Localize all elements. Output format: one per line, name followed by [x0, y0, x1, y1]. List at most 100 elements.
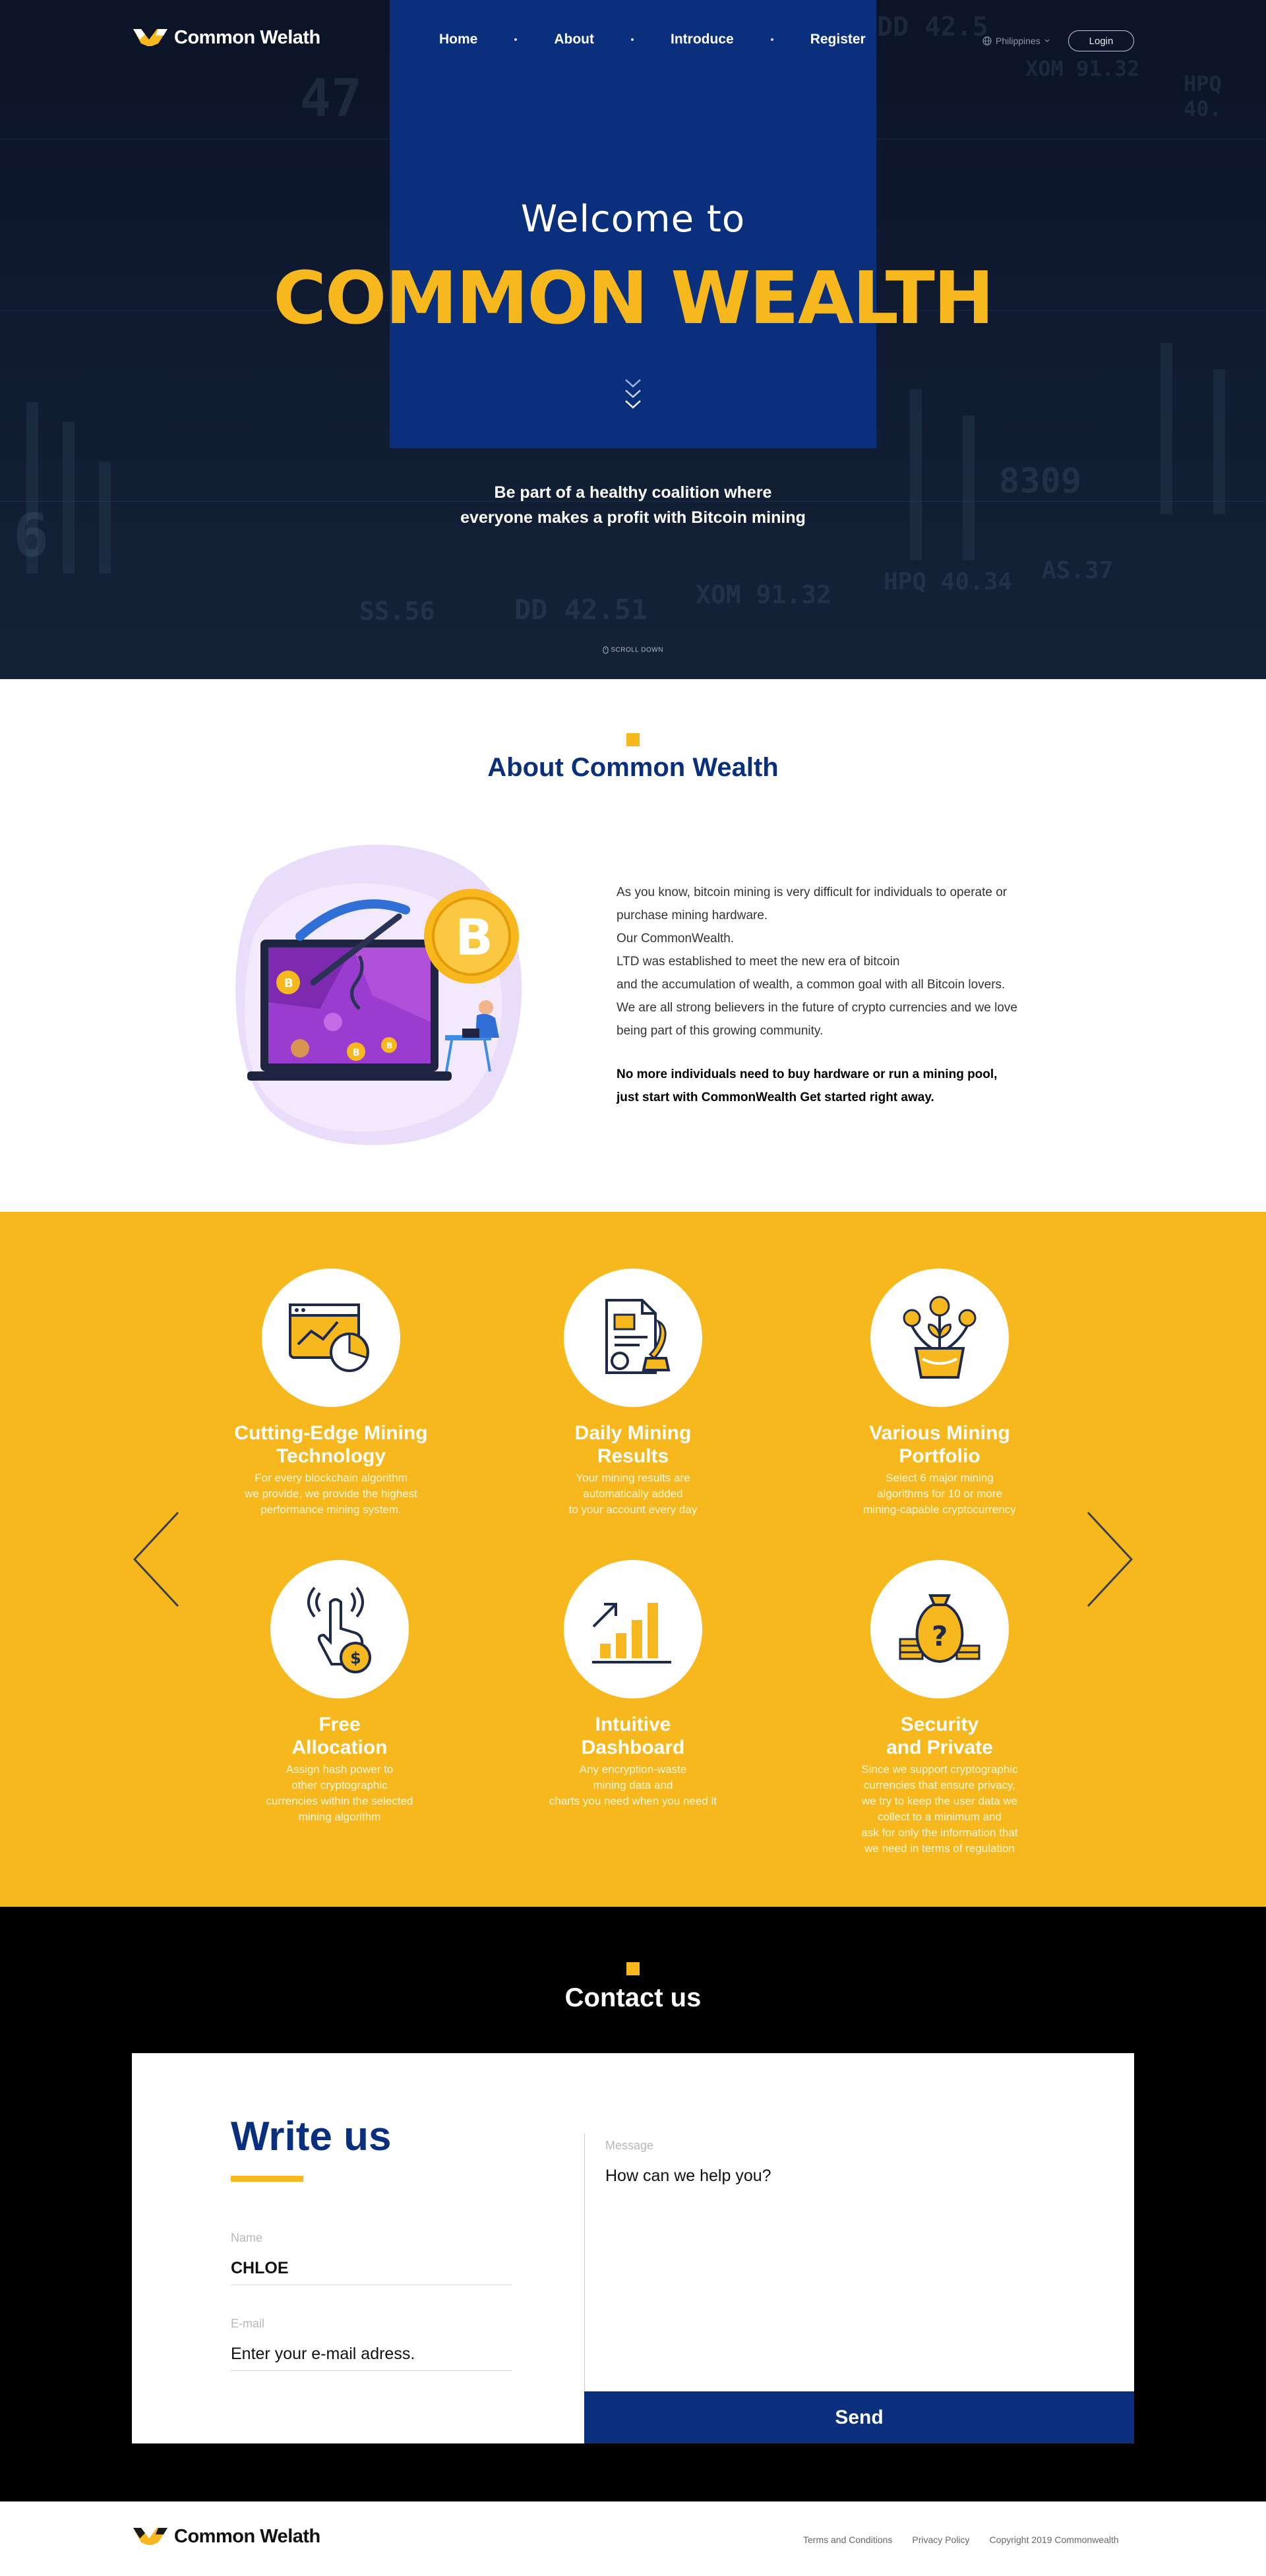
- feature-title-line: Various Mining: [869, 1422, 1010, 1444]
- hero-title: COMMON WEALTH: [273, 256, 994, 340]
- logo-mark-icon: [133, 2528, 167, 2545]
- feature-desc-line: performance mining system.: [260, 1503, 402, 1516]
- feature-title: Cutting-Edge Mining Technology: [219, 1422, 443, 1468]
- feature-desc-line: mining data and: [593, 1779, 673, 1791]
- chevrons-down-icon[interactable]: [623, 377, 643, 417]
- nav-introduce[interactable]: Introduce: [671, 32, 734, 47]
- section-marker: [626, 733, 640, 746]
- message-label: Message: [605, 2139, 654, 2152]
- carousel-next-arrow-icon[interactable]: [1083, 1510, 1135, 1609]
- chevron-down-icon: [1044, 39, 1050, 42]
- about-line: Our CommonWealth.: [617, 932, 735, 945]
- about-callout-line: just start with CommonWealth Get started…: [617, 1091, 934, 1104]
- feature-card: Various Mining Portfolio Select 6 major …: [828, 1269, 1052, 1518]
- feature-title-line: Free: [318, 1714, 361, 1735]
- about-paragraph: As you know, bitcoin mining is very diff…: [617, 881, 1045, 1042]
- language-label: Philippines: [996, 36, 1040, 46]
- about-line: and the accumulation of wealth, a common…: [617, 978, 1006, 992]
- mouse-icon: [603, 646, 609, 654]
- feature-title: Various Mining Portfolio: [828, 1422, 1052, 1468]
- nav-register[interactable]: Register: [810, 32, 866, 47]
- globe-icon: [982, 36, 992, 45]
- feature-title: Security and Private: [828, 1713, 1052, 1759]
- feature-card: Cutting-Edge Mining Technology For every…: [219, 1269, 443, 1518]
- language-selector[interactable]: Philippines: [982, 36, 1050, 46]
- about-callout-line: No more individuals need to buy hardware…: [617, 1067, 998, 1081]
- svg-text:B: B: [455, 908, 493, 967]
- feature-desc-line: ask for only the information that: [861, 1826, 1018, 1839]
- feature-icon-circle: [870, 1269, 1009, 1407]
- bg-bar: [910, 389, 922, 560]
- logo-text: Common Welath: [174, 2525, 320, 2547]
- feature-desc-line: Since we support cryptographic: [861, 1763, 1018, 1776]
- feature-description: Any encryption-waste mining data and cha…: [521, 1762, 745, 1809]
- hero-welcome: Welcome to: [520, 198, 746, 241]
- feature-icon-circle: [262, 1269, 400, 1407]
- nav-home[interactable]: Home: [439, 32, 477, 47]
- about-title: About Common Wealth: [487, 753, 779, 782]
- bg-ticker: HPQ 40.: [1184, 71, 1222, 121]
- message-textarea[interactable]: How can we help you?: [605, 2167, 1106, 2378]
- feature-title-line: Intuitive: [595, 1714, 671, 1735]
- feature-description: Assign hash power to other cryptographic…: [227, 1762, 452, 1825]
- feature-desc-line: we try to keep the user data we: [861, 1795, 1018, 1807]
- feature-desc-line: algorithms for 10 or more: [877, 1487, 1002, 1500]
- feature-desc-line: Your mining results are: [576, 1472, 690, 1484]
- feature-desc-line: we provide, we provide the highest: [245, 1487, 417, 1500]
- feature-desc-line: we need in terms of regulation: [864, 1842, 1015, 1855]
- send-button[interactable]: Send: [584, 2391, 1134, 2443]
- svg-text:B: B: [386, 1041, 392, 1050]
- feature-desc-line: mining-capable cryptocurrency: [863, 1503, 1016, 1516]
- header-logo[interactable]: Common Welath: [132, 26, 320, 49]
- copyright-text: Copyright 2019 Commonwealth: [989, 2534, 1119, 2545]
- email-input[interactable]: Enter your e-mail adress.: [231, 2345, 415, 2364]
- scroll-down-hint[interactable]: SCROLL DOWN: [0, 646, 1266, 654]
- logo-mark-icon: [133, 29, 167, 46]
- feature-description: Your mining results are automatically ad…: [521, 1470, 745, 1518]
- form-divider: [584, 2134, 585, 2397]
- svg-text:B: B: [353, 1048, 360, 1058]
- name-input[interactable]: CHLOE: [231, 2259, 289, 2278]
- login-button[interactable]: Login: [1068, 30, 1134, 51]
- feature-desc-line: Any encryption-waste: [579, 1763, 687, 1776]
- bg-ticker: XOM 91.32: [1025, 56, 1140, 81]
- hero-subtitle: Be part of a healthy coalition where eve…: [0, 480, 1266, 530]
- feature-card: ? Security and Private Since we support …: [828, 1560, 1052, 1857]
- feature-desc-line: charts you need when you need it: [549, 1795, 717, 1807]
- feature-icon-circle: ?: [870, 1560, 1009, 1698]
- feature-icon-circle: [564, 1560, 702, 1698]
- feature-title-line: Cutting-Edge Mining: [234, 1422, 428, 1444]
- growth-bars-icon: [592, 1603, 671, 1663]
- feature-desc-line: other cryptographic: [291, 1779, 388, 1791]
- carousel-prev-arrow-icon[interactable]: [131, 1510, 183, 1609]
- bitcoin-mining-illustration: B B B B: [235, 845, 522, 1145]
- about-line: LTD was established to meet the new era …: [617, 955, 900, 969]
- nav-separator: [514, 38, 518, 41]
- feature-icon-circle: $: [270, 1560, 409, 1698]
- hero-subtitle-line: everyone makes a profit with Bitcoin min…: [460, 508, 806, 527]
- feature-description: For every blockchain algorithm we provid…: [219, 1470, 443, 1518]
- email-label: E-mail: [231, 2317, 265, 2330]
- name-label: Name: [231, 2231, 263, 2244]
- feature-title-line: Allocation: [291, 1737, 388, 1758]
- terms-link[interactable]: Terms and Conditions: [803, 2534, 892, 2545]
- bg-ticker: XOM 91.32: [696, 580, 831, 609]
- money-bag-icon: ?: [899, 1594, 980, 1663]
- feature-title-line: Security: [900, 1714, 979, 1735]
- bg-ticker: DD 42.51: [514, 593, 648, 626]
- feature-title: Daily Mining Results: [521, 1422, 745, 1468]
- footer-links: Terms and Conditions Privacy Policy Copy…: [803, 2534, 1119, 2545]
- feature-desc-line: currencies within the selected: [266, 1795, 413, 1807]
- feature-desc-line: For every blockchain algorithm: [255, 1472, 407, 1484]
- email-underline: [231, 2370, 512, 2371]
- privacy-link[interactable]: Privacy Policy: [912, 2534, 969, 2545]
- feature-title-line: Daily Mining: [574, 1422, 692, 1444]
- about-line: purchase mining hardware.: [617, 909, 768, 922]
- svg-text:B: B: [284, 976, 293, 990]
- feature-desc-line: mining algorithm: [298, 1811, 381, 1823]
- nav-about[interactable]: About: [554, 32, 594, 47]
- footer-logo[interactable]: Common Welath: [132, 2525, 320, 2548]
- bg-ticker: SS.56: [359, 597, 435, 626]
- feature-desc-line: collect to a minimum and: [877, 1811, 1002, 1823]
- bg-ticker: 47: [300, 69, 362, 129]
